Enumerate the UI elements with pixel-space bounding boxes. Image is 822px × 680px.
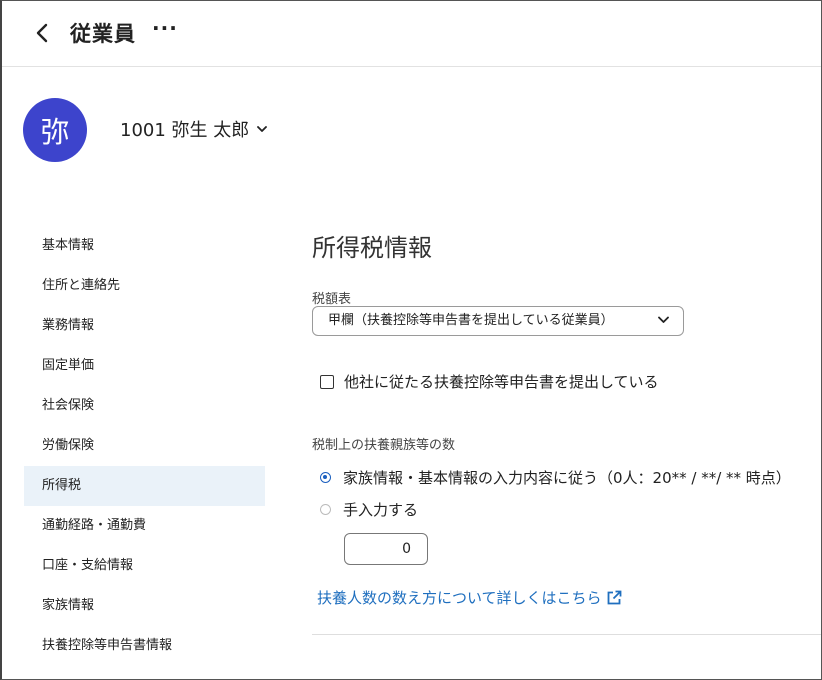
radio-option-family-info[interactable]: 家族情報・基本情報の入力内容に従う（0人：20** / **/ ** 時点） [320, 467, 791, 488]
sidebar-item-work-info[interactable]: 業務情報 [24, 306, 265, 346]
avatar: 弥 [23, 98, 87, 162]
sidebar-item-labor-insurance[interactable]: 労働保険 [24, 426, 265, 466]
header-bar: 従業員 ··· [2, 1, 821, 67]
radio-option-manual[interactable]: 手入力する [320, 499, 418, 520]
tax-table-value: 甲欄（扶養控除等申告書を提出している従業員） [328, 313, 614, 328]
tax-table-label: 税額表 [312, 292, 352, 307]
section-title: 所得税情報 [312, 234, 432, 262]
sidebar-nav: 基本情報 住所と連絡先 業務情報 固定単価 社会保険 労働保険 所得税 通勤経路… [24, 226, 265, 666]
radio-family-info[interactable] [320, 472, 331, 483]
sidebar-item-social-insurance[interactable]: 社会保険 [24, 386, 265, 426]
sidebar-item-dependent-declaration[interactable]: 扶養控除等申告書情報 [24, 626, 265, 666]
dependents-label: 税制上の扶養親族等の数 [312, 438, 456, 453]
sidebar-item-family-info[interactable]: 家族情報 [24, 586, 265, 626]
sidebar-item-commute[interactable]: 通勤経路・通勤費 [24, 506, 265, 546]
sidebar-item-bank-payment[interactable]: 口座・支給情報 [24, 546, 265, 586]
external-link-icon [607, 590, 621, 604]
divider [312, 634, 821, 635]
page-title: 従業員 [70, 22, 136, 46]
employee-selector[interactable]: 1001 弥生 太郎 [120, 116, 268, 142]
chevron-left-icon [36, 23, 48, 43]
help-link[interactable]: 扶養人数の数え方について詳しくはこちら [317, 587, 622, 608]
radio-family-info-label: 家族情報・基本情報の入力内容に従う（0人：20** / **/ ** 時点） [343, 469, 791, 487]
tax-table-select[interactable]: 甲欄（扶養控除等申告書を提出している従業員） [312, 306, 684, 336]
dependents-count-input[interactable] [344, 533, 428, 565]
sidebar-item-fixed-rate[interactable]: 固定単価 [24, 346, 265, 386]
employee-name: 1001 弥生 太郎 [120, 120, 250, 141]
more-menu-button[interactable]: ··· [152, 16, 178, 40]
sidebar-item-income-tax[interactable]: 所得税 [24, 466, 265, 506]
back-button[interactable] [30, 19, 54, 47]
radio-manual-label: 手入力する [343, 501, 419, 519]
radio-manual[interactable] [320, 504, 331, 515]
other-company-checkbox[interactable] [320, 374, 334, 389]
help-link-text: 扶養人数の数え方について詳しくはこちら [317, 589, 602, 607]
other-company-checkbox-row[interactable]: 他社に従たる扶養控除等申告書を提出している [320, 371, 659, 392]
chevron-down-icon [257, 125, 268, 132]
chevron-down-icon [658, 316, 669, 323]
app-window: 従業員 ··· 弥 1001 弥生 太郎 基本情報 住所と連絡先 業務情報 固定… [0, 0, 822, 680]
other-company-checkbox-label: 他社に従たる扶養控除等申告書を提出している [344, 373, 659, 391]
sidebar-item-basic-info[interactable]: 基本情報 [24, 226, 265, 266]
sidebar-item-address-contact[interactable]: 住所と連絡先 [24, 266, 265, 306]
